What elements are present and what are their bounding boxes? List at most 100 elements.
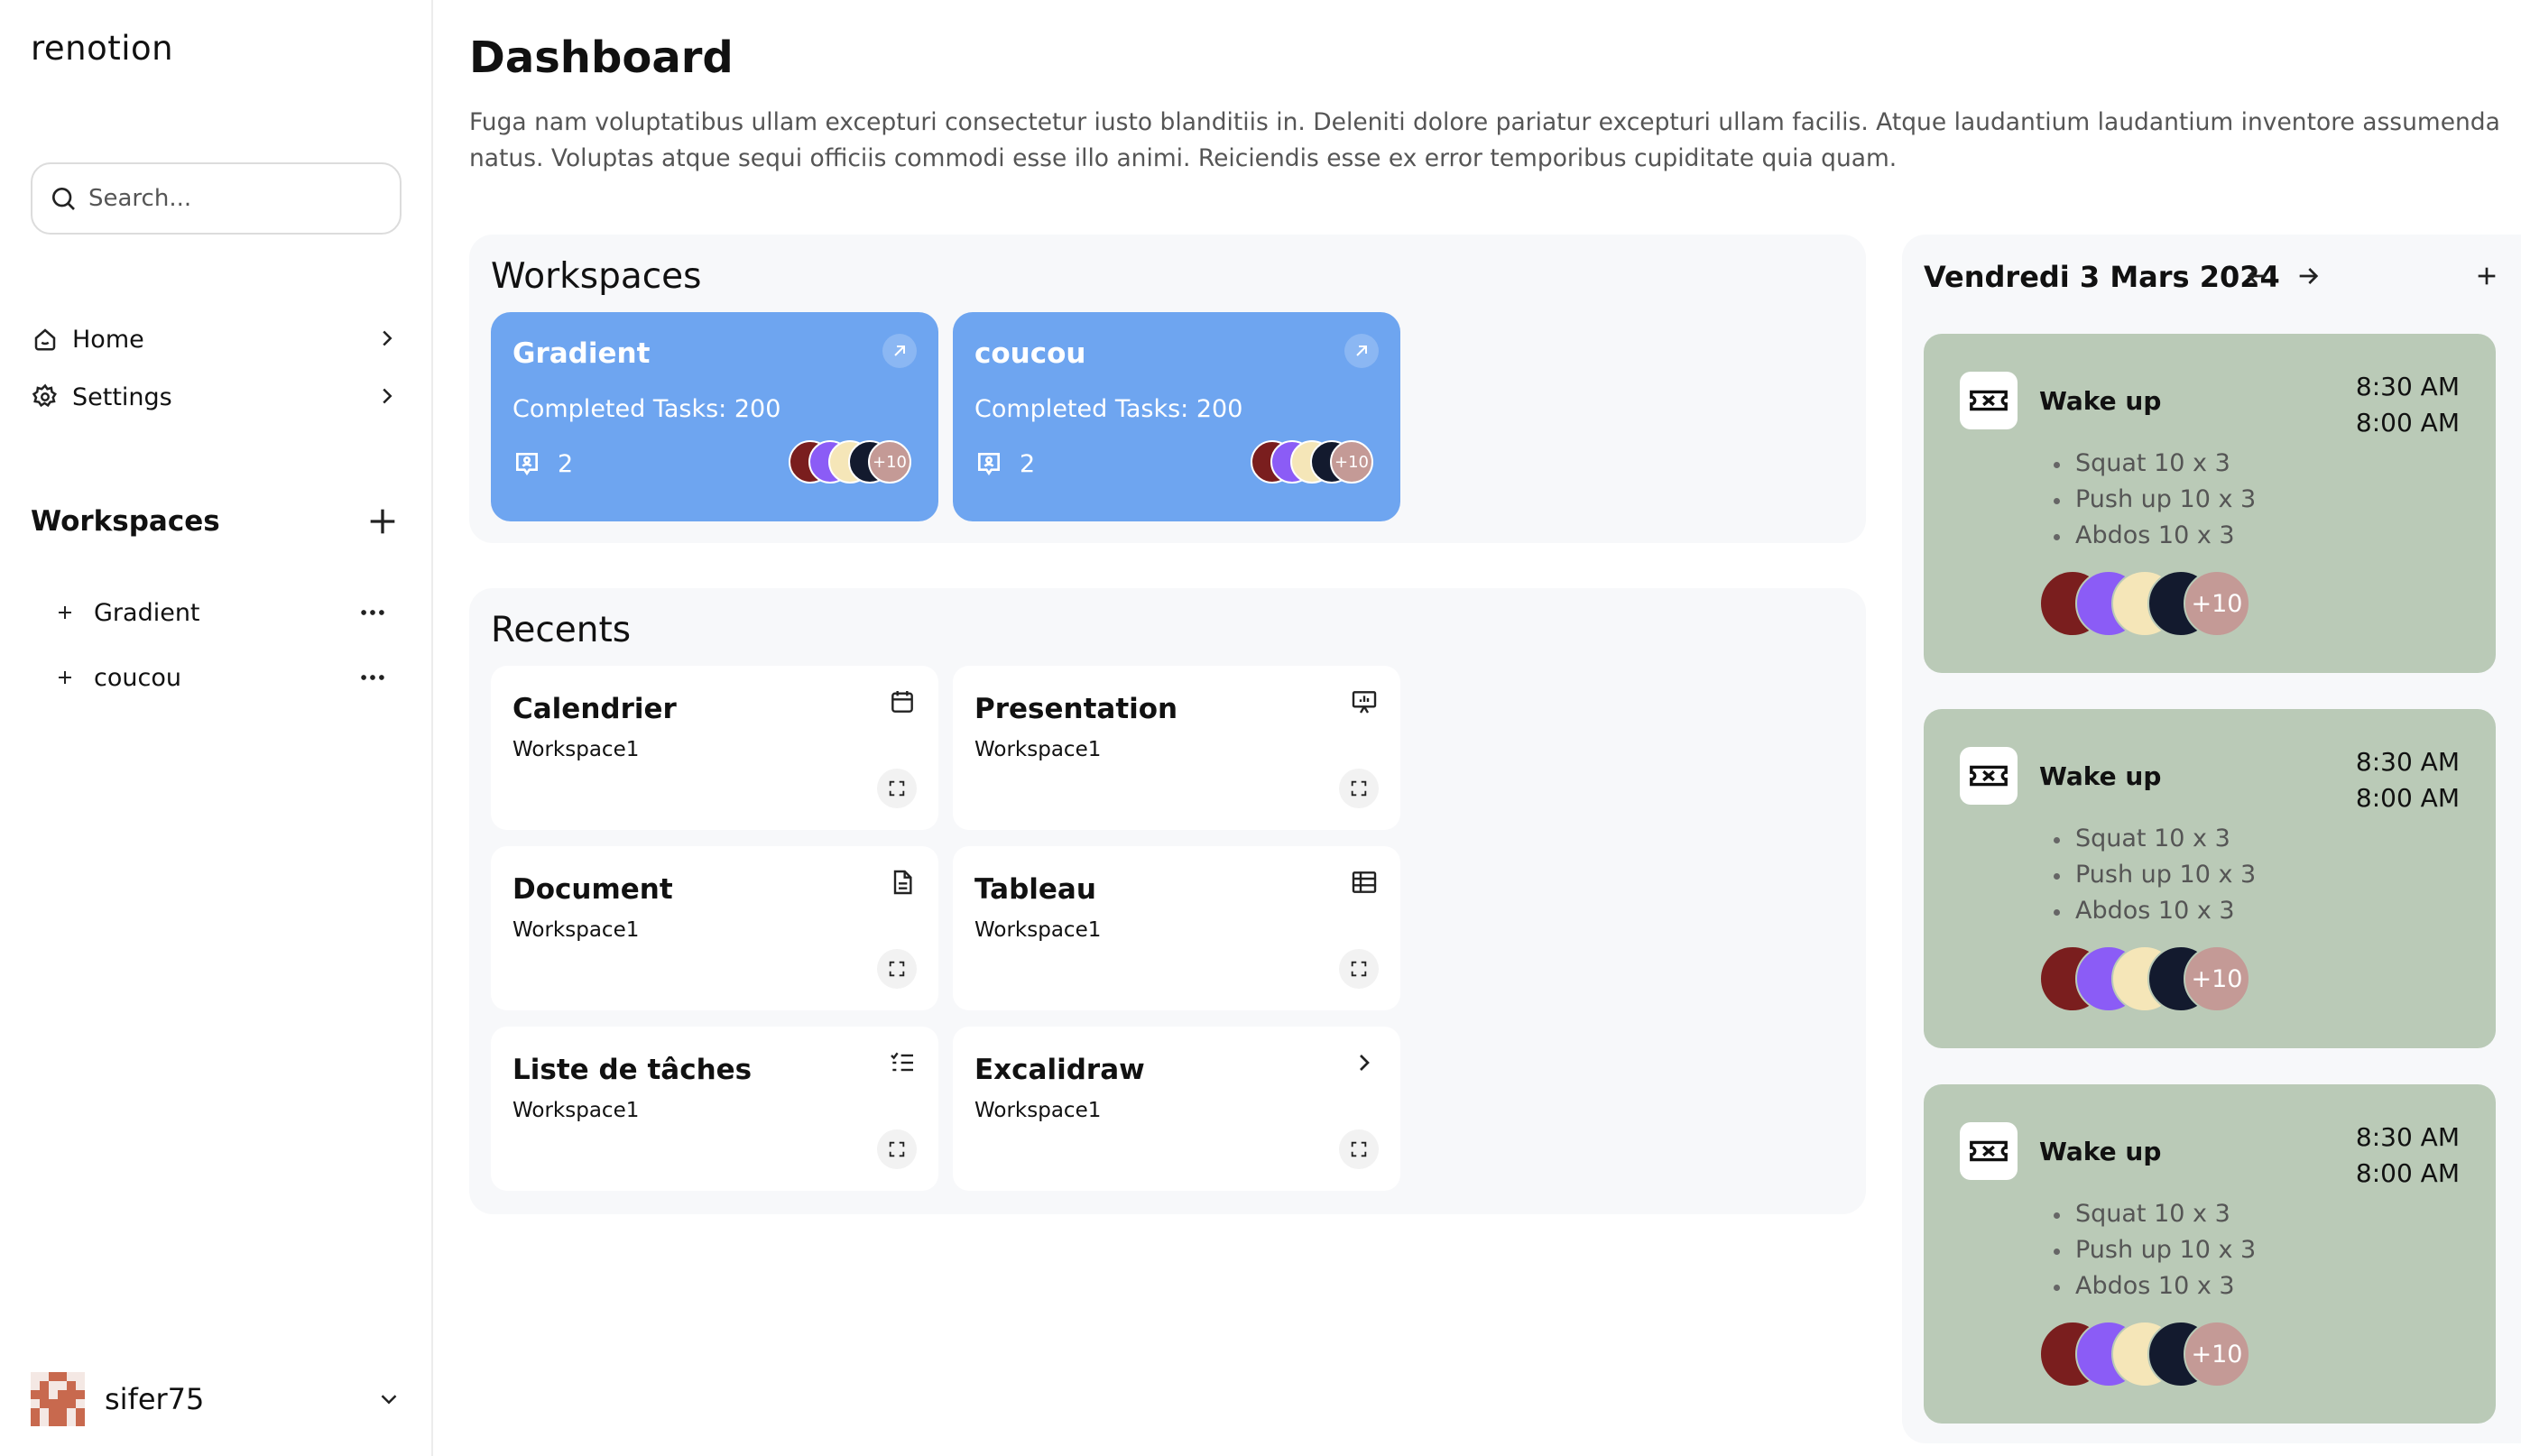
list-item: Push up 10 x 3 [2053, 857, 2256, 893]
event-start-time: 8:30 AM [2355, 1122, 2460, 1152]
chevron-down-icon[interactable] [375, 1386, 402, 1413]
recent-card-workspace: Workspace1 [974, 738, 1102, 761]
arrow-left-icon[interactable] [2243, 262, 2272, 290]
chevron-right-icon [383, 330, 392, 346]
avatar-stack: +10 [789, 440, 924, 487]
search-input[interactable] [88, 185, 395, 212]
table-icon [1352, 871, 1377, 893]
event-card[interactable]: Wake up 8:30 AM 8:00 AM Squat 10 x 3 Pus… [1924, 334, 2496, 673]
calendar-panel: Vendredi 3 Mars 2024 Wake up 8:30 AM 8:0… [1902, 235, 2521, 1443]
sidebar-item-settings[interactable]: Settings [31, 373, 401, 420]
more-members-badge[interactable]: +10 [868, 440, 911, 484]
completed-tasks: Completed Tasks: 200 [513, 395, 781, 423]
workspace-card-coucou[interactable]: coucou Completed Tasks: 200 2 +10 [953, 312, 1400, 521]
expand-plus-icon[interactable] [54, 667, 76, 688]
event-title: Wake up [2039, 386, 2162, 416]
workspaces-panel: Workspaces Gradient Completed Tasks: 200… [469, 235, 1866, 543]
sidebar-item-label: Home [72, 325, 144, 354]
recent-card-liste-de-taches[interactable]: Liste de tâches Workspace1 [491, 1027, 938, 1191]
expand-icon [889, 1141, 905, 1157]
list-item: Squat 10 x 3 [2053, 821, 2256, 857]
more-members-badge[interactable]: +10 [1330, 440, 1373, 484]
recent-card-workspace: Workspace1 [974, 1099, 1102, 1122]
list-item: Abdos 10 x 3 [2053, 893, 2256, 929]
members-count-value: 2 [1020, 449, 1036, 478]
sidebar-workspace-gradient[interactable]: Gradient [54, 590, 388, 635]
arrow-right-icon[interactable] [2294, 262, 2322, 290]
expand-button[interactable] [877, 769, 917, 808]
expand-button[interactable] [877, 1129, 917, 1169]
recent-card-name: Liste de tâches [513, 1054, 753, 1086]
expand-button[interactable] [877, 949, 917, 989]
page-description: Fuga nam voluptatibus ullam excepturi co… [469, 105, 2499, 177]
expand-icon [1351, 780, 1367, 797]
add-event-icon[interactable] [2472, 262, 2501, 290]
recent-card-excalidraw[interactable]: Excalidraw Workspace1 [953, 1027, 1400, 1191]
avatar-stack: +10 [2039, 945, 2256, 1014]
recent-card-document[interactable]: Document Workspace1 [491, 846, 938, 1010]
recent-card-name: Tableau [974, 873, 1096, 906]
list-item: Push up 10 x 3 [2053, 1232, 2256, 1268]
list-item: Squat 10 x 3 [2053, 1196, 2256, 1232]
event-title: Wake up [2039, 761, 2162, 791]
ticket-icon [1960, 372, 2018, 429]
members-count: 2 [513, 449, 573, 478]
recent-card-name: Document [513, 873, 673, 906]
list-item: Squat 10 x 3 [2053, 446, 2256, 482]
workspace-card-name: coucou [974, 337, 1086, 370]
user-badge-icon [516, 453, 538, 476]
page-title: Dashboard [469, 32, 734, 83]
more-members-badge[interactable]: +10 [2184, 945, 2250, 1012]
open-workspace-button[interactable] [1344, 334, 1379, 368]
sidebar-workspace-coucou[interactable]: coucou [54, 655, 388, 700]
more-members-badge[interactable]: +10 [2184, 570, 2250, 637]
description-line: Fuga nam voluptatibus ullam excepturi co… [469, 108, 2499, 136]
event-start-time: 8:30 AM [2355, 747, 2460, 777]
event-end-time: 8:00 AM [2355, 1158, 2460, 1188]
list-item: Abdos 10 x 3 [2053, 1268, 2256, 1304]
arrow-up-right-icon [1356, 346, 1367, 356]
avatar-stack: +10 [2039, 570, 2256, 639]
chevron-right-icon [383, 388, 392, 404]
event-start-time: 8:30 AM [2355, 372, 2460, 401]
event-card[interactable]: Wake up 8:30 AM 8:00 AM Squat 10 x 3 Pus… [1924, 709, 2496, 1048]
more-members-badge[interactable]: +10 [2184, 1321, 2250, 1387]
recent-card-tableau[interactable]: Tableau Workspace1 [953, 846, 1400, 1010]
calendar-date: Vendredi 3 Mars 2024 [1924, 260, 2280, 294]
workspace-label: coucou [94, 663, 181, 692]
workspace-card-gradient[interactable]: Gradient Completed Tasks: 200 2 +10 [491, 312, 938, 521]
open-workspace-button[interactable] [882, 334, 917, 368]
recent-card-calendrier[interactable]: Calendrier Workspace1 [491, 666, 938, 830]
expand-button[interactable] [1339, 949, 1379, 989]
event-card[interactable]: Wake up 8:30 AM 8:00 AM Squat 10 x 3 Pus… [1924, 1084, 2496, 1424]
more-options-icon[interactable] [357, 662, 388, 693]
expand-button[interactable] [1339, 1129, 1379, 1169]
workspace-card-name: Gradient [513, 337, 651, 370]
event-items: Squat 10 x 3 Push up 10 x 3 Abdos 10 x 3 [2053, 446, 2256, 554]
brand-logo[interactable]: renotion [31, 29, 173, 68]
description-line: natus. Voluptas atque sequi officiis com… [469, 144, 1898, 172]
search-icon [52, 188, 75, 210]
search-box[interactable] [31, 162, 402, 235]
recent-card-name: Presentation [974, 693, 1178, 725]
members-count: 2 [974, 449, 1035, 478]
sidebar: renotion Home Settings Workspaces Gradie… [0, 0, 433, 1456]
avatar [31, 1372, 85, 1426]
expand-plus-icon[interactable] [54, 602, 76, 623]
add-workspace-icon[interactable] [365, 503, 401, 539]
expand-icon [1351, 1141, 1367, 1157]
members-count-value: 2 [558, 449, 574, 478]
sidebar-item-home[interactable]: Home [31, 316, 401, 363]
expand-button[interactable] [1339, 769, 1379, 808]
recent-card-workspace: Workspace1 [974, 918, 1102, 942]
list-item: Abdos 10 x 3 [2053, 518, 2256, 554]
user-name: sifer75 [105, 1382, 205, 1416]
recent-card-presentation[interactable]: Presentation Workspace1 [953, 666, 1400, 830]
avatar-stack: +10 [1251, 440, 1386, 487]
chevron-right-icon [1360, 1055, 1370, 1071]
recent-card-name: Excalidraw [974, 1054, 1145, 1086]
list-icon [891, 1052, 913, 1072]
event-end-time: 8:00 AM [2355, 408, 2460, 438]
user-menu[interactable]: sifer75 [31, 1369, 402, 1429]
more-options-icon[interactable] [357, 597, 388, 628]
